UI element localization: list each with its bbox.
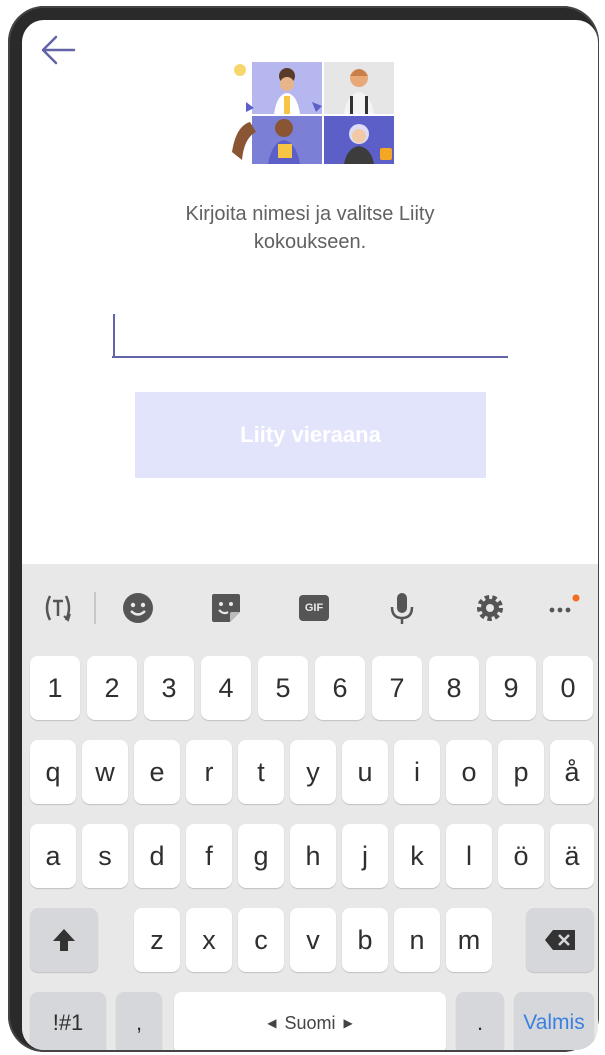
keyboard-toolbar: GIF [22, 564, 598, 652]
key-f[interactable]: f [186, 824, 232, 888]
gif-icon[interactable]: GIF [294, 588, 334, 628]
space-key[interactable]: ◀ Suomi ▶ [174, 992, 446, 1050]
settings-icon[interactable] [470, 588, 510, 628]
key-z[interactable]: z [134, 908, 180, 972]
emoji-icon[interactable] [118, 588, 158, 628]
key-g[interactable]: g [238, 824, 284, 888]
name-input[interactable] [112, 310, 508, 358]
toolbar-divider [94, 592, 96, 624]
key-y[interactable]: y [290, 740, 336, 804]
text-caret [113, 314, 115, 356]
instructions-line-1: Kirjoita nimesi ja valitse Liity [185, 203, 435, 225]
period-key[interactable]: . [456, 992, 504, 1050]
gif-label: GIF [299, 595, 329, 621]
key-0[interactable]: 0 [543, 656, 593, 720]
join-instructions: Kirjoita nimesi ja valitse Liity kokouks… [22, 200, 598, 256]
back-arrow-icon [41, 35, 76, 65]
key-2[interactable]: 2 [87, 656, 137, 720]
key-o-umlaut[interactable]: ö [498, 824, 544, 888]
key-h[interactable]: h [290, 824, 336, 888]
key-s[interactable]: s [82, 824, 128, 888]
symbols-key[interactable]: !#1 [30, 992, 106, 1050]
key-r[interactable]: r [186, 740, 232, 804]
key-d[interactable]: d [134, 824, 180, 888]
key-6[interactable]: 6 [315, 656, 365, 720]
key-7[interactable]: 7 [372, 656, 422, 720]
key-i[interactable]: i [394, 740, 440, 804]
key-a-ring[interactable]: å [550, 740, 594, 804]
key-a-umlaut[interactable]: ä [550, 824, 594, 888]
space-right-arrow-icon: ▶ [343, 1016, 353, 1030]
join-as-guest-button[interactable]: Liity vieraana [135, 392, 486, 478]
sticker-icon[interactable] [206, 588, 246, 628]
instructions-line-2: kokoukseen. [253, 231, 367, 253]
key-m[interactable]: m [446, 908, 492, 972]
key-t[interactable]: t [238, 740, 284, 804]
key-c[interactable]: c [238, 908, 284, 972]
key-w[interactable]: w [82, 740, 128, 804]
key-v[interactable]: v [290, 908, 336, 972]
key-3[interactable]: 3 [144, 656, 194, 720]
meeting-illustration [232, 62, 394, 164]
key-b[interactable]: b [342, 908, 388, 972]
key-p[interactable]: p [498, 740, 544, 804]
key-x[interactable]: x [186, 908, 232, 972]
space-left-arrow-icon: ◀ [267, 1016, 277, 1030]
translate-icon[interactable] [38, 588, 78, 628]
screen: Kirjoita nimesi ja valitse Liity kokouks… [22, 20, 598, 1050]
on-screen-keyboard: GIF 1 2 3 4 5 6 7 8 9 0 q w e r t y u i … [22, 564, 598, 1050]
backspace-key[interactable] [526, 908, 594, 972]
key-4[interactable]: 4 [201, 656, 251, 720]
key-l[interactable]: l [446, 824, 492, 888]
key-e[interactable]: e [134, 740, 180, 804]
key-o[interactable]: o [446, 740, 492, 804]
shift-icon [53, 929, 75, 951]
backspace-icon [545, 930, 575, 950]
key-k[interactable]: k [394, 824, 440, 888]
key-5[interactable]: 5 [258, 656, 308, 720]
key-j[interactable]: j [342, 824, 388, 888]
space-language-label: Suomi [284, 1012, 336, 1033]
key-n[interactable]: n [394, 908, 440, 972]
key-a[interactable]: a [30, 824, 76, 888]
comma-key[interactable]: , [116, 992, 162, 1050]
back-button[interactable] [36, 28, 80, 72]
key-9[interactable]: 9 [486, 656, 536, 720]
key-q[interactable]: q [30, 740, 76, 804]
key-1[interactable]: 1 [30, 656, 80, 720]
more-icon[interactable] [542, 588, 582, 628]
shift-key[interactable] [30, 908, 98, 972]
microphone-icon[interactable] [382, 588, 422, 628]
key-8[interactable]: 8 [429, 656, 479, 720]
key-u[interactable]: u [342, 740, 388, 804]
done-key[interactable]: Valmis [514, 992, 594, 1050]
